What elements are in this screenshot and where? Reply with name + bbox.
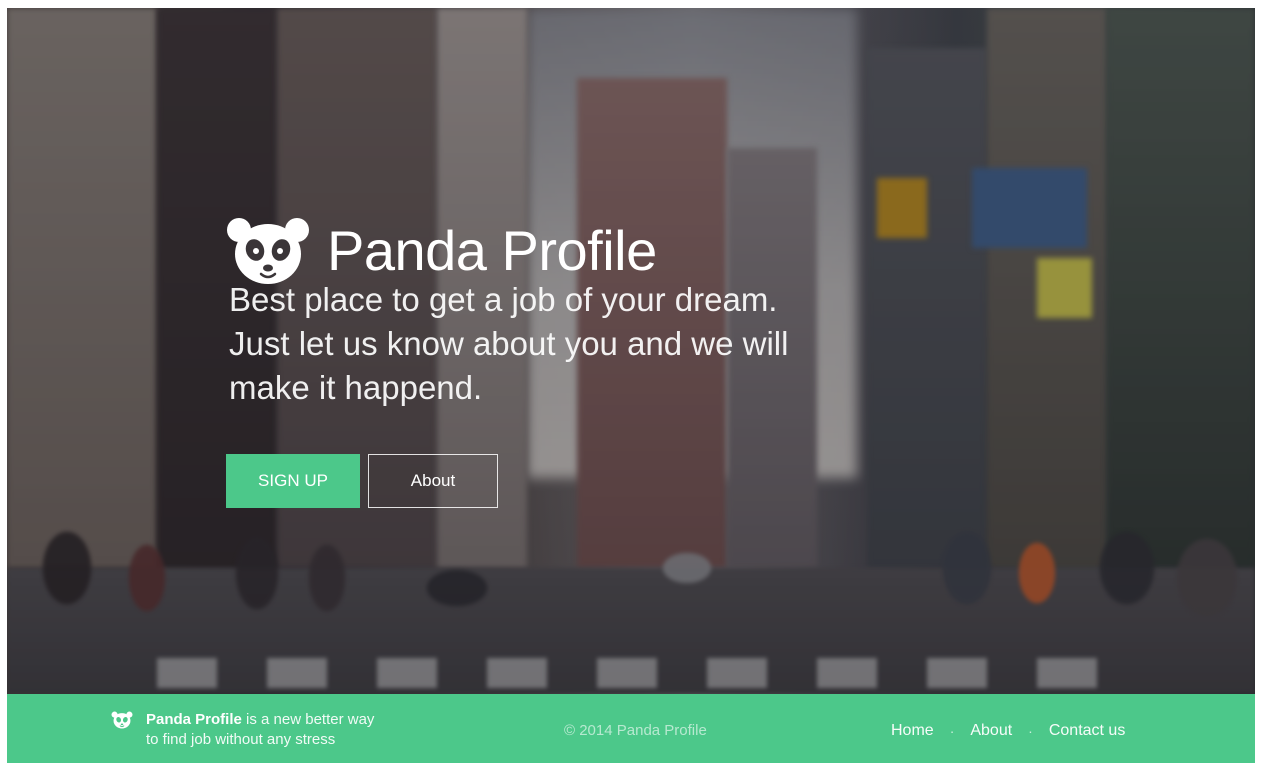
tagline-line: Best place to get a job of your dream. [229, 281, 778, 318]
footer-brand-name: Panda Profile [146, 711, 242, 728]
footer-link-contact[interactable]: Contact us [1049, 721, 1125, 741]
tagline-line: Just let us know about you and we will [229, 325, 789, 362]
nav-separator: · [1028, 723, 1033, 739]
about-button[interactable]: About [368, 454, 498, 508]
hero-section: Panda Profile Best place to get a job of… [7, 8, 1255, 694]
footer-link-home[interactable]: Home [891, 721, 934, 741]
footer-description-text: is a new better way [241, 711, 375, 728]
footer: Panda Profile is a new better way to fin… [7, 694, 1255, 763]
brand-title: Panda Profile [327, 218, 657, 282]
footer-description: Panda Profile is a new better way to fin… [146, 710, 374, 750]
footer-description-line2: to find job without any stress [146, 731, 336, 748]
nav-separator: · [949, 723, 955, 739]
footer-nav: Home · About · Contact us [891, 721, 1125, 741]
panda-face-icon [111, 711, 133, 729]
footer-copyright: © 2014 Panda Profile [564, 722, 707, 739]
tagline-line: make it happend. [229, 369, 483, 406]
panda-face-icon [225, 216, 311, 286]
page-frame: Panda Profile Best place to get a job of… [7, 8, 1255, 763]
sign-up-button[interactable]: SIGN UP [226, 454, 360, 508]
footer-link-about[interactable]: About [970, 721, 1012, 741]
hero-tagline: Best place to get a job of your dream. J… [229, 278, 849, 410]
